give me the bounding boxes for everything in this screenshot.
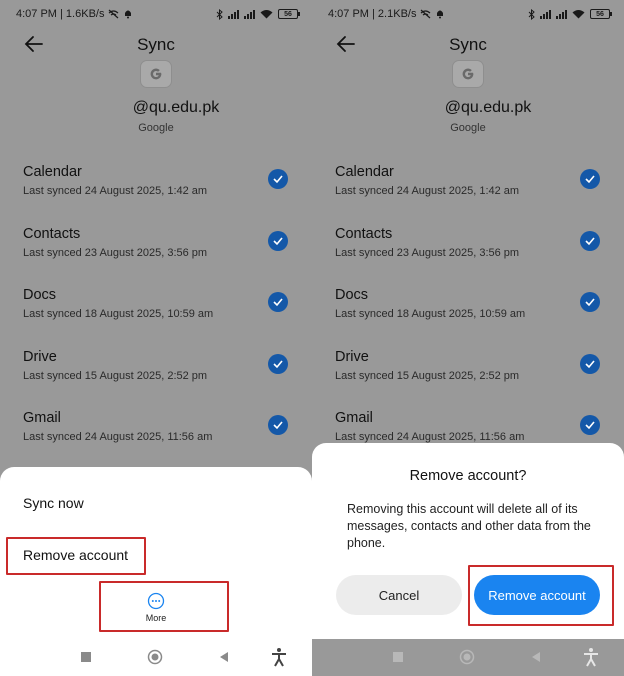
- sync-item-gmail[interactable]: Gmail Last synced 24 August 2025, 11:56 …: [0, 404, 312, 466]
- status-bar: 4:07 PM | 1.6KB/s 56: [0, 0, 312, 28]
- checkmark-icon[interactable]: [580, 415, 600, 435]
- sync-item-calendar[interactable]: Calendar Last synced 24 August 2025, 1:4…: [0, 158, 312, 220]
- top-app-bar: Sync: [312, 28, 624, 62]
- sync-item-meta: Last synced 18 August 2025, 10:59 am: [335, 308, 526, 320]
- navigation-bar: [0, 639, 312, 676]
- wifi-icon: [572, 10, 585, 19]
- battery-icon: 56: [278, 9, 300, 19]
- account-type: Google: [138, 122, 174, 134]
- checkmark-icon[interactable]: [268, 353, 288, 374]
- checkmark-icon[interactable]: [268, 292, 288, 312]
- sync-item-meta: Last synced 24 August 2025, 1:42 am: [335, 185, 520, 197]
- remove-account-button[interactable]: Remove account: [474, 575, 600, 615]
- sync-item-meta: Last synced 23 August 2025, 3:56 pm: [335, 246, 520, 259]
- accessibility-icon[interactable]: [270, 647, 288, 667]
- account-email: @qu.edu.pk: [132, 99, 220, 116]
- back-nav-icon[interactable]: [218, 651, 230, 663]
- sync-item-drive[interactable]: Drive Last synced 15 August 2025, 2:52 p…: [0, 343, 312, 405]
- checkmark-icon[interactable]: [268, 169, 288, 189]
- checkmark-icon[interactable]: [580, 169, 600, 189]
- sync-item-meta: Last synced 24 August 2025, 11:56 am: [335, 431, 525, 443]
- sync-item-docs[interactable]: Docs Last synced 18 August 2025, 10:59 a…: [0, 281, 312, 343]
- bluetooth-icon: [528, 8, 535, 20]
- sync-now-option[interactable]: Sync now: [23, 495, 84, 511]
- signal-sim1-icon: [540, 9, 551, 19]
- status-bar: 4:07 PM | 2.1KB/s 56: [312, 0, 624, 28]
- dialog-title: Remove account?: [409, 468, 527, 484]
- signal-sim1-icon: [228, 9, 239, 19]
- more-icon[interactable]: [147, 592, 165, 610]
- wifi-icon: [260, 10, 273, 19]
- recents-icon[interactable]: [393, 652, 403, 662]
- signal-sim2-icon: [556, 9, 567, 19]
- wifi-off-icon: [109, 9, 119, 19]
- navigation-bar: [312, 639, 624, 676]
- status-time: 4:07 PM | 2.1KB/s: [328, 8, 417, 20]
- sync-item-contacts[interactable]: Contacts Last synced 23 August 2025, 3:5…: [312, 220, 624, 282]
- home-icon[interactable]: [147, 649, 163, 665]
- sync-item-meta: Last synced 15 August 2025, 2:52 pm: [335, 369, 520, 382]
- sync-item-contacts[interactable]: Contacts Last synced 23 August 2025, 3:5…: [0, 220, 312, 282]
- sync-item-meta: Last synced 24 August 2025, 1:42 am: [23, 185, 208, 197]
- notification-icon: [125, 10, 132, 19]
- sync-list: Calendar Last synced 24 August 2025, 1:4…: [0, 158, 312, 466]
- home-icon[interactable]: [459, 649, 475, 665]
- status-time: 4:07 PM | 1.6KB/s: [16, 8, 105, 20]
- top-app-bar: Sync: [0, 28, 312, 62]
- remove-account-option[interactable]: Remove account: [23, 547, 128, 563]
- google-icon: [452, 60, 484, 88]
- bottom-sheet: Sync now Remove account More: [0, 467, 312, 639]
- remove-account-dialog: Remove account? Removing this account wi…: [312, 443, 624, 639]
- checkmark-icon[interactable]: [268, 230, 288, 251]
- signal-sim2-icon: [244, 9, 255, 19]
- page-title: Sync: [137, 35, 175, 54]
- page-title: Sync: [449, 35, 487, 54]
- sync-item-meta: Last synced 15 August 2025, 2:52 pm: [23, 369, 208, 382]
- checkmark-icon[interactable]: [580, 353, 600, 374]
- accessibility-icon[interactable]: [582, 647, 600, 667]
- account-email: @qu.edu.pk: [444, 99, 532, 116]
- right-screen: 4:07 PM | 2.1KB/s 56 Sync @qu.edu.pk Goo…: [312, 0, 624, 676]
- wifi-off-icon: [421, 9, 431, 19]
- account-type: Google: [450, 122, 486, 134]
- recents-icon[interactable]: [81, 652, 91, 662]
- more-label[interactable]: More: [0, 613, 312, 623]
- dialog-message: Removing this account will delete all of…: [347, 502, 591, 550]
- sync-item-drive[interactable]: Drive Last synced 15 August 2025, 2:52 p…: [312, 343, 624, 405]
- notification-icon: [437, 10, 444, 19]
- sync-list: Calendar Last synced 24 August 2025, 1:4…: [312, 158, 624, 466]
- battery-icon: 56: [590, 9, 612, 19]
- checkmark-icon[interactable]: [268, 415, 288, 435]
- sync-item-meta: Last synced 24 August 2025, 11:56 am: [23, 431, 213, 443]
- bluetooth-icon: [216, 8, 223, 20]
- sync-item-calendar[interactable]: Calendar Last synced 24 August 2025, 1:4…: [312, 158, 624, 220]
- sync-item-meta: Last synced 18 August 2025, 10:59 am: [23, 308, 214, 320]
- google-icon: [140, 60, 172, 88]
- left-screen: 4:07 PM | 1.6KB/s 56 Sync @qu.edu.pk Goo…: [0, 0, 312, 676]
- sync-item-docs[interactable]: Docs Last synced 18 August 2025, 10:59 a…: [312, 281, 624, 343]
- sync-item-meta: Last synced 23 August 2025, 3:56 pm: [23, 246, 208, 259]
- checkmark-icon[interactable]: [580, 230, 600, 251]
- checkmark-icon[interactable]: [580, 292, 600, 312]
- cancel-button[interactable]: Cancel: [336, 575, 462, 615]
- back-nav-icon[interactable]: [530, 651, 542, 663]
